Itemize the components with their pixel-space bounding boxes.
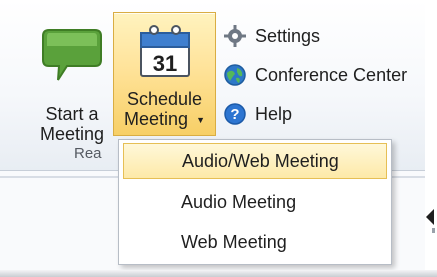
calendar-icon: 31 (140, 25, 190, 77)
chevron-down-icon: ▼ (196, 115, 205, 126)
bottom-shadow (0, 270, 437, 277)
calendar-day-number: 31 (153, 51, 177, 76)
schedule-meeting-label: Schedule Meeting ▼ (114, 89, 215, 130)
schedule-meeting-button[interactable]: 31 Schedule Meeting ▼ (113, 12, 216, 136)
help-label: Help (255, 103, 293, 124)
schedule-meeting-line-2: Meeting ▼ (114, 109, 215, 130)
globe-icon (224, 64, 246, 86)
start-meeting-line-1: Start a (45, 104, 99, 124)
ribbon-group-label: Rea (74, 145, 102, 162)
help-button[interactable]: ? Help (223, 100, 433, 128)
schedule-meeting-line-2-text: Meeting (124, 109, 189, 129)
web-meeting-menu-item[interactable]: Web Meeting (123, 224, 387, 260)
question-mark-icon: ? (224, 103, 246, 125)
schedule-meeting-line-1: Schedule (126, 89, 203, 109)
conference-center-label: Conference Center (255, 64, 408, 85)
settings-label: Settings (255, 25, 321, 46)
start-meeting-button[interactable]: Start a Meeting (29, 16, 115, 144)
settings-button[interactable]: Settings (223, 22, 433, 50)
svg-text:?: ? (230, 106, 239, 123)
gear-icon (224, 25, 246, 47)
audio-web-meeting-menu-item[interactable]: Audio/Web Meeting (123, 143, 387, 179)
green-speech-bubble-icon (42, 29, 102, 81)
partial-dark-shape (426, 209, 435, 233)
start-meeting-line-2: Meeting (39, 124, 105, 144)
conference-center-button[interactable]: Conference Center (223, 61, 433, 89)
audio-meeting-menu-item[interactable]: Audio Meeting (123, 184, 387, 220)
schedule-meeting-dropdown: Audio/Web Meeting Audio Meeting Web Meet… (118, 139, 392, 265)
start-meeting-label: Start a Meeting (29, 104, 115, 144)
